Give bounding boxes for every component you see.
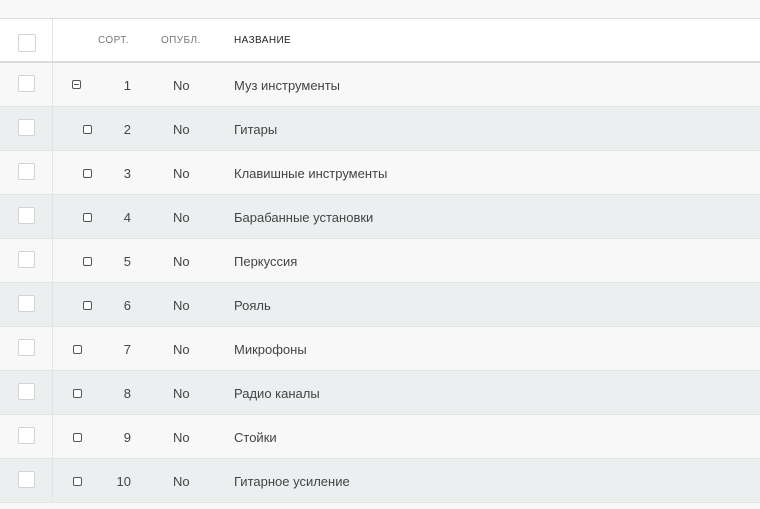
row-category-name[interactable]: Радио каналы xyxy=(234,386,320,401)
row-published-status[interactable]: No xyxy=(173,474,190,489)
row-check-cell xyxy=(0,195,53,238)
tree-node-icon xyxy=(83,125,92,134)
tree-node-icon xyxy=(83,213,92,222)
tree-node-icon xyxy=(73,477,82,486)
tree-node-icon xyxy=(83,257,92,266)
row-published-status[interactable]: No xyxy=(173,210,190,225)
row-checkbox[interactable] xyxy=(18,119,35,136)
column-header-sort[interactable]: СОРТ. xyxy=(98,35,129,46)
top-toolbar-strip xyxy=(0,0,760,19)
header-check-cell xyxy=(0,19,53,61)
row-checkbox[interactable] xyxy=(18,427,35,444)
row-sort-order: 1 xyxy=(123,78,131,93)
row-category-name[interactable]: Стойки xyxy=(234,430,277,445)
row-published-status[interactable]: No xyxy=(173,78,190,93)
tree-node-icon xyxy=(83,301,92,310)
row-category-name[interactable]: Перкуссия xyxy=(234,254,297,269)
row-published-status[interactable]: No xyxy=(173,430,190,445)
row-sort-order: 10 xyxy=(116,474,131,489)
row-sort-order: 9 xyxy=(123,430,131,445)
column-header-published[interactable]: ОПУБЛ. xyxy=(161,35,201,46)
row-sort-order: 3 xyxy=(123,166,131,181)
row-category-name[interactable]: Микрофоны xyxy=(234,342,307,357)
row-checkbox[interactable] xyxy=(18,383,35,400)
row-category-name[interactable]: Клавишные инструменты xyxy=(234,166,387,181)
table-row: 8 No Радио каналы xyxy=(0,371,760,415)
row-category-name[interactable]: Барабанные установки xyxy=(234,210,373,225)
tree-node-icon xyxy=(73,345,82,354)
table-row: 6 No Рояль xyxy=(0,283,760,327)
table-row: 1 No Муз инструменты xyxy=(0,63,760,107)
row-published-status[interactable]: No xyxy=(173,298,190,313)
column-header-name[interactable]: НАЗВАНИЕ xyxy=(234,35,291,46)
row-published-status[interactable]: No xyxy=(173,166,190,181)
collapse-toggle-icon[interactable] xyxy=(72,80,81,89)
row-checkbox[interactable] xyxy=(18,163,35,180)
table-body: 1 No Муз инструменты 2 No Гитары 3 No Клавишные … xyxy=(0,63,760,503)
row-check-cell xyxy=(0,459,53,502)
row-check-cell xyxy=(0,239,53,282)
row-checkbox[interactable] xyxy=(18,471,35,488)
row-checkbox[interactable] xyxy=(18,339,35,356)
table-row: 7 No Микрофоны xyxy=(0,327,760,371)
row-checkbox[interactable] xyxy=(18,75,35,92)
table-row: 9 No Стойки xyxy=(0,415,760,459)
row-sort-order: 5 xyxy=(123,254,131,269)
row-check-cell xyxy=(0,415,53,458)
table-row: 5 No Перкуссия xyxy=(0,239,760,283)
row-check-cell xyxy=(0,371,53,414)
table-row: 10 No Гитарное усиление xyxy=(0,459,760,503)
row-published-status[interactable]: No xyxy=(173,122,190,137)
tree-node-icon xyxy=(73,389,82,398)
table-header: СОРТ. ОПУБЛ. НАЗВАНИЕ xyxy=(0,19,760,63)
row-sort-order: 4 xyxy=(123,210,131,225)
tree-node-icon xyxy=(73,433,82,442)
tree-node-icon xyxy=(83,169,92,178)
row-check-cell xyxy=(0,327,53,370)
row-published-status[interactable]: No xyxy=(173,386,190,401)
select-all-checkbox[interactable] xyxy=(18,34,36,52)
row-sort-order: 6 xyxy=(123,298,131,313)
row-sort-order: 8 xyxy=(123,386,131,401)
row-checkbox[interactable] xyxy=(18,295,35,312)
row-check-cell xyxy=(0,283,53,326)
row-sort-order: 7 xyxy=(123,342,131,357)
row-category-name[interactable]: Рояль xyxy=(234,298,271,313)
row-checkbox[interactable] xyxy=(18,251,35,268)
row-check-cell xyxy=(0,107,53,150)
row-category-name[interactable]: Гитарное усиление xyxy=(234,474,350,489)
table-row: 4 No Барабанные установки xyxy=(0,195,760,239)
table-row: 3 No Клавишные инструменты xyxy=(0,151,760,195)
categories-table: СОРТ. ОПУБЛ. НАЗВАНИЕ 1 No Муз инструменты… xyxy=(0,19,760,503)
row-sort-order: 2 xyxy=(123,122,131,137)
row-check-cell xyxy=(0,151,53,194)
row-category-name[interactable]: Гитары xyxy=(234,122,277,137)
table-row: 2 No Гитары xyxy=(0,107,760,151)
row-check-cell xyxy=(0,63,53,106)
row-published-status[interactable]: No xyxy=(173,342,190,357)
row-category-name[interactable]: Муз инструменты xyxy=(234,78,340,93)
row-checkbox[interactable] xyxy=(18,207,35,224)
row-published-status[interactable]: No xyxy=(173,254,190,269)
